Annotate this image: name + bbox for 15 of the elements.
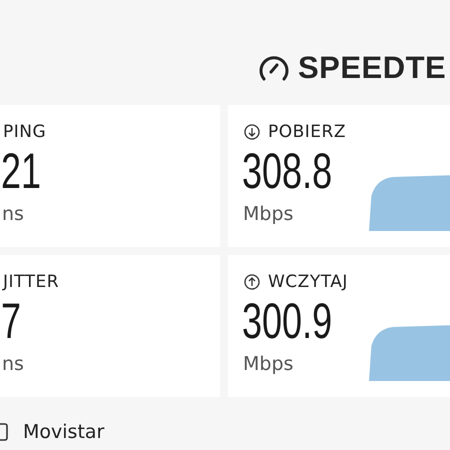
metric-label: JITTER — [3, 272, 60, 292]
metric-value: 21 — [1, 143, 42, 199]
brand-name: SPEEDTE — [298, 50, 446, 86]
metric-label: POBIERZ — [268, 122, 346, 142]
metric-unit: Mbps — [243, 353, 294, 375]
gauge-icon — [258, 54, 290, 82]
metric-label: PING — [3, 122, 46, 142]
metric-value: 300.9 — [242, 293, 332, 349]
metric-value: 308.8 — [242, 143, 332, 199]
metric-unit: ns — [2, 353, 24, 375]
provider-name: Movistar — [23, 421, 104, 443]
metric-unit: ns — [2, 203, 24, 225]
metric-label: WCZYTAJ — [268, 272, 348, 292]
metric-value: 7 — [1, 293, 22, 349]
metric-unit: Mbps — [243, 203, 294, 225]
